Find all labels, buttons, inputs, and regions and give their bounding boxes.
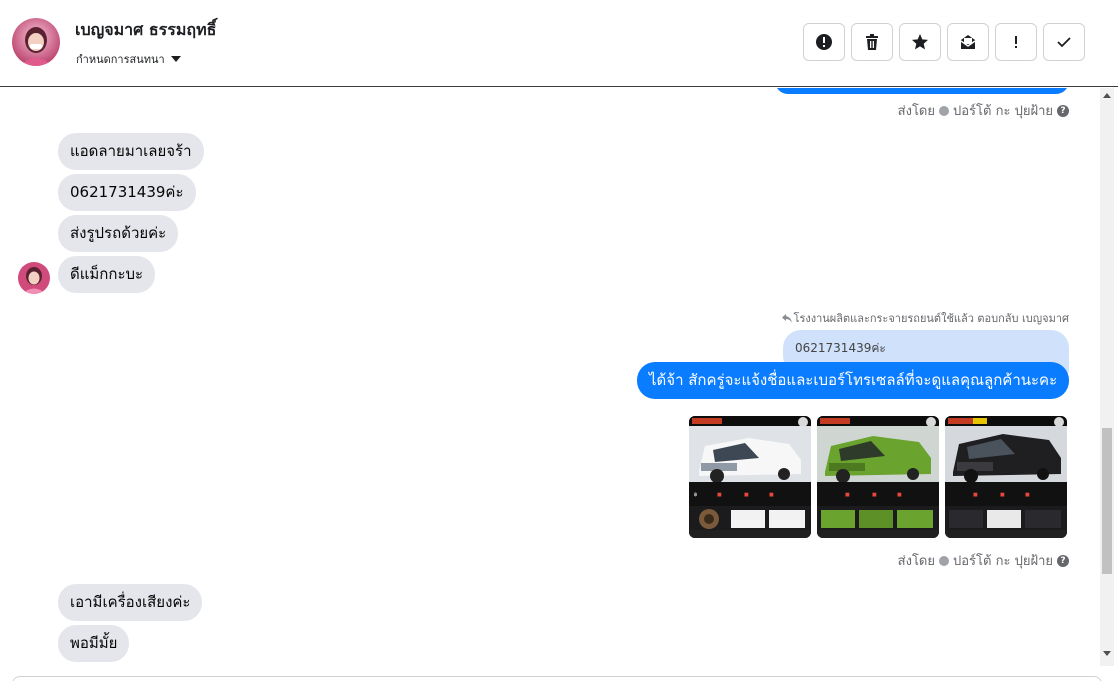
sent-by-info: ส่งโดย ปอร์โต้ กะ ปุยฝ้าย ? [898,100,1069,121]
white-pickup-photo[interactable]: ฿ ■ ■ ■ [689,416,811,538]
black-pickup-photo[interactable]: ■ ■ ■ [945,416,1067,538]
svg-text:■: ■ [973,492,978,498]
envelope-open-icon [960,35,976,49]
exclamation-icon [1015,36,1017,48]
trash-icon [866,34,878,50]
caret-down-icon [170,56,181,62]
svg-text:■: ■ [897,492,902,498]
sent-by-info: ส่งโดย ปอร์โต้ กะ ปุยฝ้าย ? [898,550,1069,571]
conversation-header: เบญจมาศ ธรรมฤทธิ์ กำหนดการสนทนา [0,0,1118,87]
help-icon[interactable]: ? [1057,554,1069,567]
report-button[interactable] [803,23,845,61]
message-composer-edge[interactable] [12,676,1102,681]
incoming-message[interactable]: เอามีเครื่องเสียงค่ะ [58,584,203,621]
sender-avatar-icon [939,555,949,566]
reply-arrow-icon [781,313,792,323]
help-icon[interactable]: ? [1057,104,1069,117]
svg-text:■: ■ [845,492,850,498]
svg-text:■: ■ [717,492,722,498]
delete-button[interactable] [851,23,893,61]
sent-by-label: ส่งโดย [897,104,935,119]
contact-avatar[interactable] [12,18,60,66]
photo-attachments: ฿ ■ ■ ■ ■ ■ ■ ■ ■ ■ [689,416,1067,538]
incoming-message[interactable]: ดีแม็กกะบะ [58,256,156,293]
incoming-message[interactable]: แอดลายมาเลยจร้า [58,133,204,170]
reply-meta: โรงงานผลิตและกระจายรถยนต์ใช้แล้ว ตอบกลับ… [781,309,1069,327]
incoming-message[interactable]: 0621731439ค่ะ [58,174,196,211]
messenger-window: เบญจมาศ ธรรมฤทธิ์ กำหนดการสนทนา ส่งโดย ป… [0,0,1118,681]
thread-scrollbar[interactable] [1100,88,1114,666]
svg-text:■: ■ [1000,492,1005,498]
incoming-message[interactable]: ส่งรูปรถด้วยค่ะ [58,215,179,252]
scroll-down-arrow-icon[interactable] [1103,651,1111,656]
done-button[interactable] [1043,23,1085,61]
reply-meta-text: โรงงานผลิตและกระจายรถยนต์ใช้แล้ว ตอบกลับ… [793,312,1069,325]
scroll-up-arrow-icon[interactable] [1103,93,1111,98]
svg-text:■: ■ [1025,492,1030,498]
important-button[interactable] [995,23,1037,61]
svg-text:฿: ฿ [694,492,697,498]
check-icon [1057,37,1071,48]
outgoing-bubble-partial[interactable] [775,88,1069,94]
sender-name[interactable]: ปอร์โต้ กะ ปุยฝ้าย [953,550,1053,571]
header-actions [803,23,1085,61]
star-icon [912,34,928,50]
sent-by-label: ส่งโดย [897,554,935,569]
svg-text:■: ■ [872,492,877,498]
alert-circle-icon [816,34,832,50]
contact-message-avatar[interactable] [18,262,50,294]
message-thread[interactable]: ส่งโดย ปอร์โต้ กะ ปุยฝ้าย ? แอดลายมาเลยจ… [0,88,1100,666]
incoming-message[interactable]: พอมีมั้ย [58,625,130,662]
status-label: กำหนดการสนทนา [76,53,165,66]
star-button[interactable] [899,23,941,61]
green-pickup-photo[interactable]: ■ ■ ■ [817,416,939,538]
scrollbar-thumb[interactable] [1102,428,1112,574]
outgoing-message[interactable]: ได้จ้า สักครู่จะแจ้งชื่อและเบอร์โทรเซลล์… [637,362,1069,399]
sender-avatar-icon [939,105,949,116]
svg-text:■: ■ [744,492,749,498]
mark-unread-button[interactable] [947,23,989,61]
contact-name[interactable]: เบญจมาศ ธรรมฤทธิ์ [75,18,216,43]
svg-text:■: ■ [769,492,774,498]
conversation-status-dropdown[interactable]: กำหนดการสนทนา [76,50,181,68]
sender-name[interactable]: ปอร์โต้ กะ ปุยฝ้าย [953,100,1053,121]
